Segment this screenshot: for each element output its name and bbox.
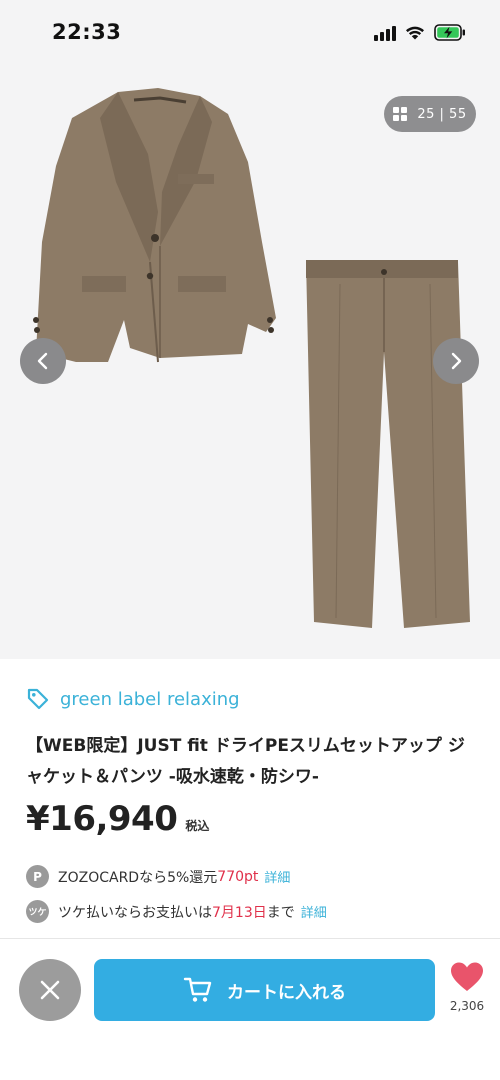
product-image — [33, 88, 470, 628]
status-icons — [374, 24, 466, 41]
brand-name[interactable]: green label relaxing — [60, 689, 240, 710]
heart-icon — [451, 962, 483, 991]
points-icon: P — [26, 865, 49, 888]
cart-icon — [183, 977, 212, 1002]
add-to-cart-label: カートに入れる — [227, 982, 346, 1003]
product-title: 【WEB限定】JUST fit ドライPEスリムセットアップ ジャケット＆パンツ… — [26, 736, 465, 787]
previous-image-button[interactable] — [20, 338, 66, 384]
bottom-action-bar: カートに入れる 2,306 — [0, 938, 500, 1080]
tax-label: 税込 — [185, 819, 210, 833]
grid-icon — [393, 107, 408, 121]
promo-highlight: 7月13日 — [212, 904, 267, 921]
promo-text-after: まで — [266, 904, 295, 921]
favorite-count: 2,306 — [449, 999, 485, 1013]
next-image-button[interactable] — [433, 338, 479, 384]
image-counter[interactable]: 25 | 55 — [384, 96, 476, 132]
promo-text: ZOZOCARDなら5%還元 — [58, 869, 218, 886]
close-button[interactable] — [19, 959, 81, 1021]
tsuke-badge-icon: ツケ — [26, 900, 49, 923]
status-time: 22:33 — [52, 20, 122, 44]
pants-illustration — [306, 260, 470, 628]
zozocard-details-link[interactable]: 詳細 — [264, 867, 290, 886]
battery-charging-icon — [434, 24, 465, 41]
price: ¥16,940 — [26, 799, 178, 839]
add-to-cart-button[interactable]: カートに入れる — [94, 959, 435, 1021]
tsuke-payment-promo: ツケ ツケ払いならお支払いは 7月13日 まで 詳細 — [26, 900, 327, 923]
jacket-illustration — [33, 88, 276, 363]
brand-link[interactable]: green label relaxing — [26, 687, 240, 711]
signal-icon — [374, 25, 396, 41]
promo-text: ツケ払いならお支払いは — [58, 904, 212, 921]
tag-icon — [27, 688, 49, 710]
product-image-gallery[interactable]: 25 | 55 — [0, 62, 500, 659]
price-row: ¥16,940 税込 — [26, 799, 209, 839]
tsuke-details-link[interactable]: 詳細 — [301, 902, 327, 921]
zozocard-promo: P ZOZOCARDなら5%還元 770pt 詳細 — [26, 865, 290, 888]
favorite-button[interactable]: 2,306 — [446, 961, 488, 1013]
close-icon — [40, 980, 60, 1000]
chevron-left-icon — [37, 352, 48, 370]
promo-highlight: 770pt — [217, 868, 259, 885]
wifi-icon — [406, 26, 424, 40]
image-counter-text: 25 | 55 — [417, 106, 467, 122]
status-bar: 22:33 — [0, 0, 500, 62]
chevron-right-icon — [451, 352, 462, 370]
